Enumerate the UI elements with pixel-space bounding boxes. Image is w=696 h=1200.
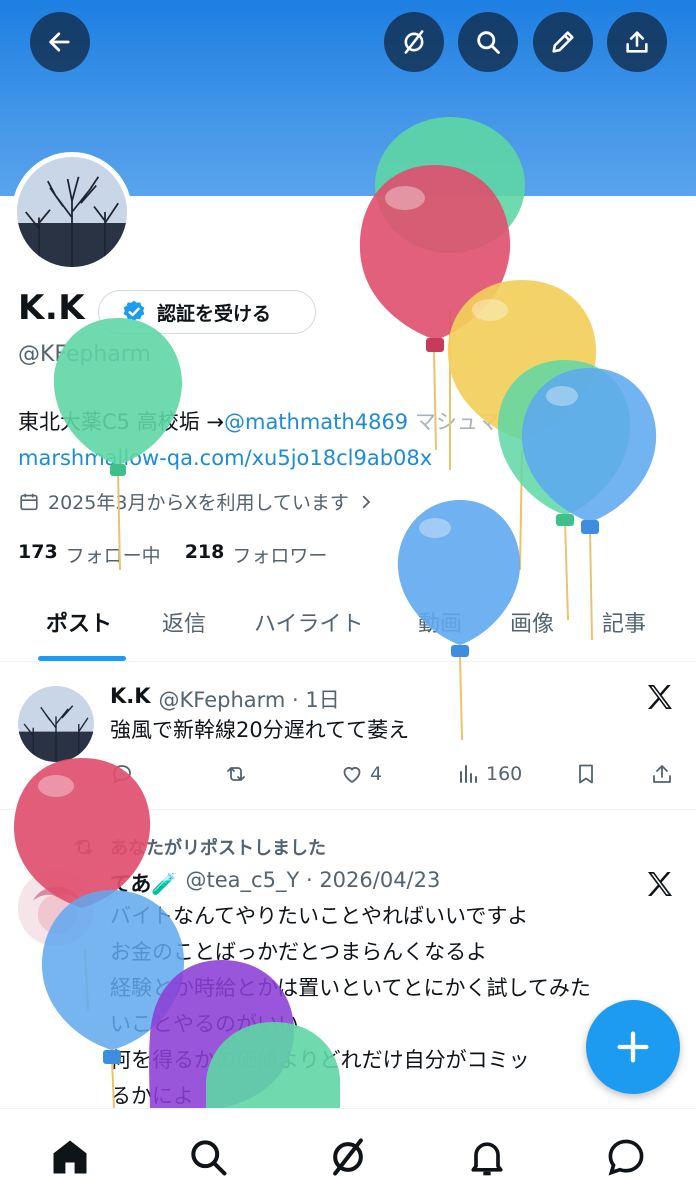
edit-icon xyxy=(552,31,574,53)
profile-handle: @KFepharm xyxy=(18,342,151,367)
post-text-line: 経験とか時給とかは置いといてとにかく試してみた xyxy=(110,976,591,1000)
reply-icon xyxy=(113,765,131,784)
bookmark-button[interactable] xyxy=(574,762,604,786)
post-text-line: 何を得るかの価値よりどれだけ自分がコミッ xyxy=(110,1048,530,1072)
search-icon xyxy=(191,1140,227,1176)
followers-count: 218 xyxy=(184,541,225,563)
x-logo-icon xyxy=(648,685,672,709)
joined-text: 2025年3月からXを利用しています xyxy=(48,492,349,514)
share-icon xyxy=(653,765,671,783)
share-icon xyxy=(626,31,648,53)
tab-active-indicator xyxy=(38,656,126,661)
post-text-line: 強風で新幹線20分遅れてて萎え xyxy=(110,718,410,742)
tab-posts[interactable]: ポスト xyxy=(46,606,112,638)
profile-avatar[interactable] xyxy=(12,152,132,272)
get-verified-button[interactable]: 認証を受ける xyxy=(98,290,316,334)
verified-badge-icon xyxy=(123,300,145,321)
bio-tail: マシュマロ→ xyxy=(408,410,538,434)
views-button[interactable]: 160 xyxy=(456,762,522,786)
repost-button[interactable] xyxy=(224,762,254,786)
following-count: 173 xyxy=(18,541,58,563)
grok-button[interactable] xyxy=(384,12,444,72)
follow-stats: 173 フォロー中 218 フォロワー xyxy=(18,541,351,568)
post-header: てあ🧪 @tea_c5_Y · 2026/04/23 xyxy=(110,868,440,898)
compose-button[interactable] xyxy=(586,1000,680,1094)
back-button[interactable] xyxy=(30,12,90,72)
view-count: 160 xyxy=(486,763,523,785)
tab-replies[interactable]: 返信 xyxy=(162,606,206,638)
avatar-image xyxy=(18,870,94,946)
plus-icon xyxy=(617,1031,649,1063)
profile-name: K.K xyxy=(18,288,86,328)
followers-label: フォロワー xyxy=(232,545,328,567)
post-share-button[interactable] xyxy=(650,762,680,786)
grok-icon xyxy=(404,30,424,54)
bookmark-icon xyxy=(579,764,593,784)
nav-home[interactable] xyxy=(48,1135,92,1179)
post-text: バイトなんてやりたいことやればいいですよ お金のことばっかだとつまらんくなるよ … xyxy=(110,898,591,1114)
grok-icon xyxy=(333,1138,363,1176)
joined-date[interactable]: 2025年3月からXを利用しています xyxy=(18,488,383,515)
home-icon xyxy=(53,1140,87,1174)
reply-button[interactable] xyxy=(110,762,140,786)
calendar-icon xyxy=(20,493,38,510)
avatar-image xyxy=(17,157,127,267)
post-header: K.K @KFepharm · 1日 xyxy=(110,684,340,714)
post-avatar[interactable] xyxy=(18,870,94,946)
share-button[interactable] xyxy=(607,12,667,72)
repost-icon xyxy=(75,840,93,854)
avatar-image xyxy=(18,686,94,762)
nav-messages[interactable] xyxy=(604,1135,648,1179)
post-text-line: いことやるのがいい xyxy=(110,1012,299,1036)
repost-indicator: あなたがリポストしました xyxy=(72,834,326,860)
views-chart-icon xyxy=(460,765,477,783)
bio-url-link[interactable]: marshmallow-qa.com/xu5jo18cl9ab08x xyxy=(18,446,432,470)
post-author-name[interactable]: K.K xyxy=(110,684,151,714)
post-text-line: バイトなんてやりたいことやればいいですよ xyxy=(110,904,529,928)
followers-link[interactable]: 218 フォロワー xyxy=(185,541,328,568)
balloon-green-mid xyxy=(497,360,631,621)
post-actions: 4 160 xyxy=(110,762,680,794)
post-author-name[interactable]: てあ🧪 xyxy=(110,868,178,898)
profile-bio: 東北大薬C5 高校垢 →@mathmath4869 マシュマロ→ marshma… xyxy=(18,404,537,476)
bell-icon xyxy=(471,1142,503,1176)
post-text-line: お金のことばっかだとつまらんくなるよ xyxy=(110,940,488,964)
post-meta: @tea_c5_Y · 2026/04/23 xyxy=(185,868,441,892)
following-label: フォロー中 xyxy=(65,545,161,567)
post-meta: @KFepharm · 1日 xyxy=(158,688,340,712)
search-icon xyxy=(477,31,500,54)
nav-grok[interactable] xyxy=(326,1135,370,1179)
post-avatar[interactable] xyxy=(18,686,94,762)
message-icon xyxy=(608,1139,644,1176)
tab-images[interactable]: 画像 xyxy=(510,606,554,638)
nav-search[interactable] xyxy=(186,1135,230,1179)
tab-articles[interactable]: 記事 xyxy=(602,606,646,638)
edit-button[interactable] xyxy=(533,12,593,72)
chevron-right-icon xyxy=(362,495,371,508)
nav-notifications[interactable] xyxy=(465,1135,509,1179)
get-verified-label: 認証を受ける xyxy=(157,302,272,325)
tab-videos[interactable]: 動画 xyxy=(418,606,462,638)
like-button[interactable]: 4 xyxy=(340,762,382,786)
repost-note-text: あなたがリポストしました xyxy=(110,838,326,859)
tab-highlights[interactable]: ハイライト xyxy=(254,606,364,638)
like-count: 4 xyxy=(370,763,383,785)
following-link[interactable]: 173 フォロー中 xyxy=(18,541,161,568)
profile-tabs: ポスト 返信 ハイライト 動画 画像 記事 xyxy=(0,590,696,662)
x-logo-icon xyxy=(648,872,672,896)
repost-icon xyxy=(227,767,245,781)
heart-icon xyxy=(343,767,361,784)
bottom-navigation xyxy=(0,1108,696,1200)
back-arrow-icon xyxy=(49,32,70,52)
post-text: 強風で新幹線20分遅れてて萎え xyxy=(110,712,409,748)
bio-text: 東北大薬C5 高校垢 → xyxy=(18,410,224,434)
search-button[interactable] xyxy=(458,12,518,72)
bio-mention-link[interactable]: @mathmath4869 xyxy=(224,410,408,434)
